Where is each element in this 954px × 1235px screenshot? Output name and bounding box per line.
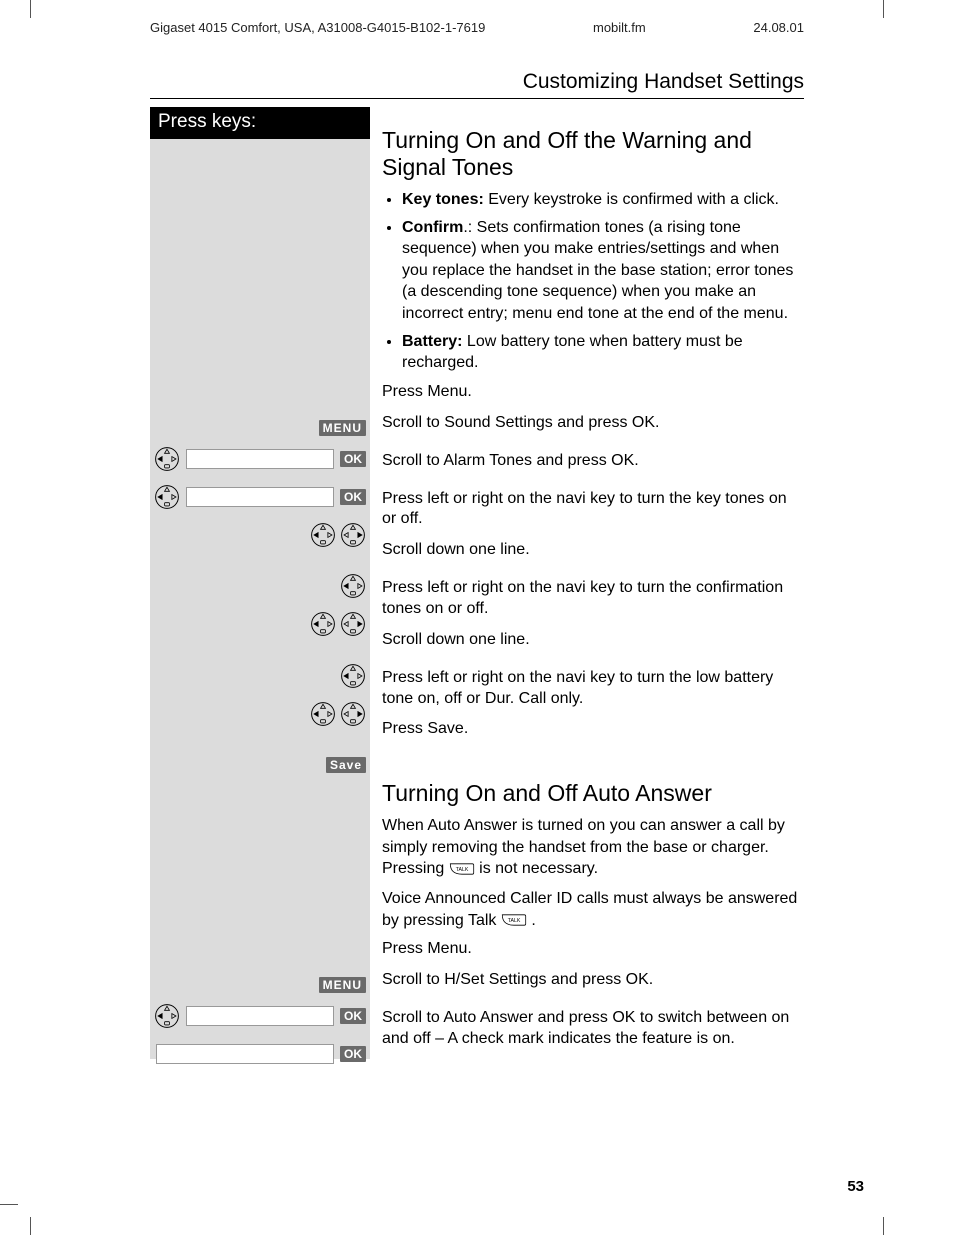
auto-steps: Press Menu. Scroll to H/Set Settings and … xyxy=(382,939,804,1059)
key-row: OK xyxy=(150,481,370,513)
menu-tag: MENU xyxy=(319,420,366,436)
svg-text:TALK: TALK xyxy=(508,918,521,924)
display-field xyxy=(186,449,334,469)
key-row: Save xyxy=(150,749,370,781)
key-row: OK xyxy=(150,1000,370,1032)
key-row xyxy=(150,660,370,692)
auto-intro-1: When Auto Answer is turned on you can an… xyxy=(382,815,804,880)
key-row: OK xyxy=(150,1038,370,1070)
display-field xyxy=(186,487,334,507)
display-field xyxy=(186,1006,334,1026)
navi-key-icon xyxy=(340,663,366,689)
section-rule xyxy=(150,98,804,99)
key-row xyxy=(150,519,370,551)
bullet-item: Battery: Low battery tone when battery m… xyxy=(402,331,804,374)
key-row xyxy=(150,608,370,640)
doc-id: Gigaset 4015 Comfort, USA, A31008-G4015-… xyxy=(150,20,485,35)
navi-left-icon xyxy=(310,701,336,727)
step-text: Scroll to Sound Settings and press OK. xyxy=(382,413,804,441)
step-text: Scroll down one line. xyxy=(382,630,804,658)
step-text: Press Menu. xyxy=(382,939,804,960)
bullet-item: Confirm.: Sets confirmation tones (a ris… xyxy=(402,217,804,325)
key-row xyxy=(150,698,370,730)
navi-key-icon xyxy=(154,484,180,510)
key-row: MENU xyxy=(150,969,370,1001)
talk-icon: TALK xyxy=(501,911,527,929)
tones-bullets: Key tones: Every keystroke is confirmed … xyxy=(382,189,804,374)
ok-tag: OK xyxy=(340,1008,366,1024)
navi-right-icon xyxy=(340,522,366,548)
navi-left-icon xyxy=(310,522,336,548)
page-number: 53 xyxy=(847,1178,864,1195)
navi-key-icon xyxy=(340,573,366,599)
navi-right-icon xyxy=(340,611,366,637)
step-text: Scroll down one line. xyxy=(382,540,804,568)
key-column-header: Press keys: xyxy=(150,107,370,139)
step-text: Press left or right on the navi key to t… xyxy=(382,489,804,531)
auto-heading: Turning On and Off Auto Answer xyxy=(382,780,804,807)
navi-left-icon xyxy=(310,611,336,637)
navi-key-icon xyxy=(154,446,180,472)
doc-file: mobilt.fm xyxy=(593,20,646,35)
key-row: MENU xyxy=(150,412,370,444)
key-row xyxy=(150,570,370,602)
ok-tag: OK xyxy=(340,489,366,505)
tones-heading: Turning On and Off the Warning and Signa… xyxy=(382,127,804,181)
key-column: Press keys: MENU OK OK xyxy=(150,107,370,1059)
section-title: Customizing Handset Settings xyxy=(523,70,804,93)
ok-tag: OK xyxy=(340,1046,366,1062)
step-text: Scroll to Alarm Tones and press OK. xyxy=(382,451,804,479)
step-text: Press left or right on the navi key to t… xyxy=(382,668,804,710)
ok-tag: OK xyxy=(340,451,366,467)
step-text: Scroll to Auto Answer and press OK to sw… xyxy=(382,1008,804,1050)
navi-key-icon xyxy=(154,1003,180,1029)
navi-right-icon xyxy=(340,701,366,727)
step-text: Press left or right on the navi key to t… xyxy=(382,578,804,620)
save-tag: Save xyxy=(326,757,366,773)
step-text: Press Save. xyxy=(382,719,804,740)
menu-tag: MENU xyxy=(319,977,366,993)
main-column: Turning On and Off the Warning and Signa… xyxy=(382,107,804,1059)
tones-steps: Press Menu. Scroll to Sound Settings and … xyxy=(382,382,804,750)
auto-intro-2: Voice Announced Caller ID calls must alw… xyxy=(382,888,804,931)
display-field xyxy=(156,1044,334,1064)
doc-date: 24.08.01 xyxy=(753,20,804,35)
key-row: OK xyxy=(150,443,370,475)
doc-meta: Gigaset 4015 Comfort, USA, A31008-G4015-… xyxy=(150,20,804,35)
bullet-item: Key tones: Every keystroke is confirmed … xyxy=(402,189,804,211)
talk-icon: TALK xyxy=(449,860,475,878)
svg-text:TALK: TALK xyxy=(455,867,468,873)
step-text: Press Menu. xyxy=(382,382,804,403)
step-text: Scroll to H/Set Settings and press OK. xyxy=(382,970,804,998)
